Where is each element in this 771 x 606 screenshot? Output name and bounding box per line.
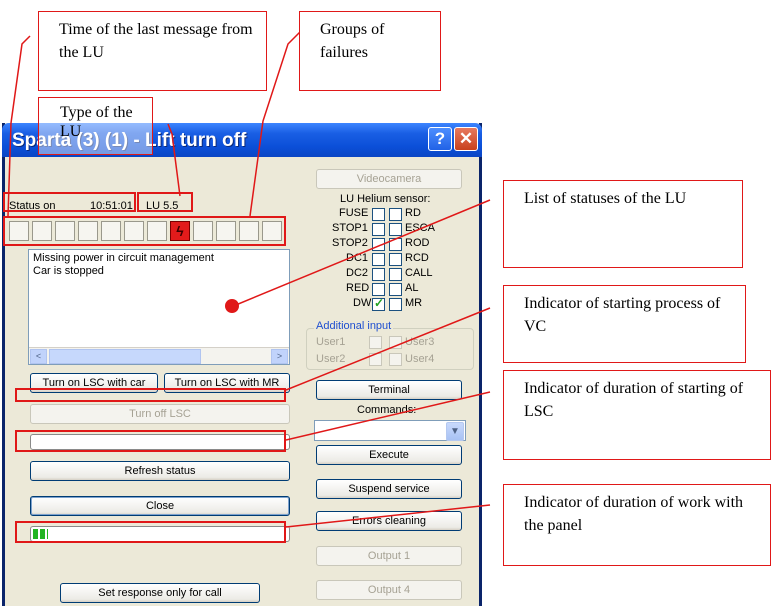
callout-type-of-lu: Type of the LU (38, 97, 153, 155)
callout-indicator-lsc: Indicator of duration of starting of LSC (503, 370, 771, 460)
callout-groups-of-failures: Groups of failures (299, 11, 441, 91)
callout-indicator-vc: Indicator of starting process of VC (503, 285, 746, 363)
status-list-marker-icon (225, 299, 239, 313)
callout-list-of-statuses: List of statuses of the LU (503, 180, 743, 268)
callout-time-last-message: Time of the last message from the LU (38, 11, 267, 91)
callout-indicator-panel: Indicator of duration of work with the p… (503, 484, 771, 566)
